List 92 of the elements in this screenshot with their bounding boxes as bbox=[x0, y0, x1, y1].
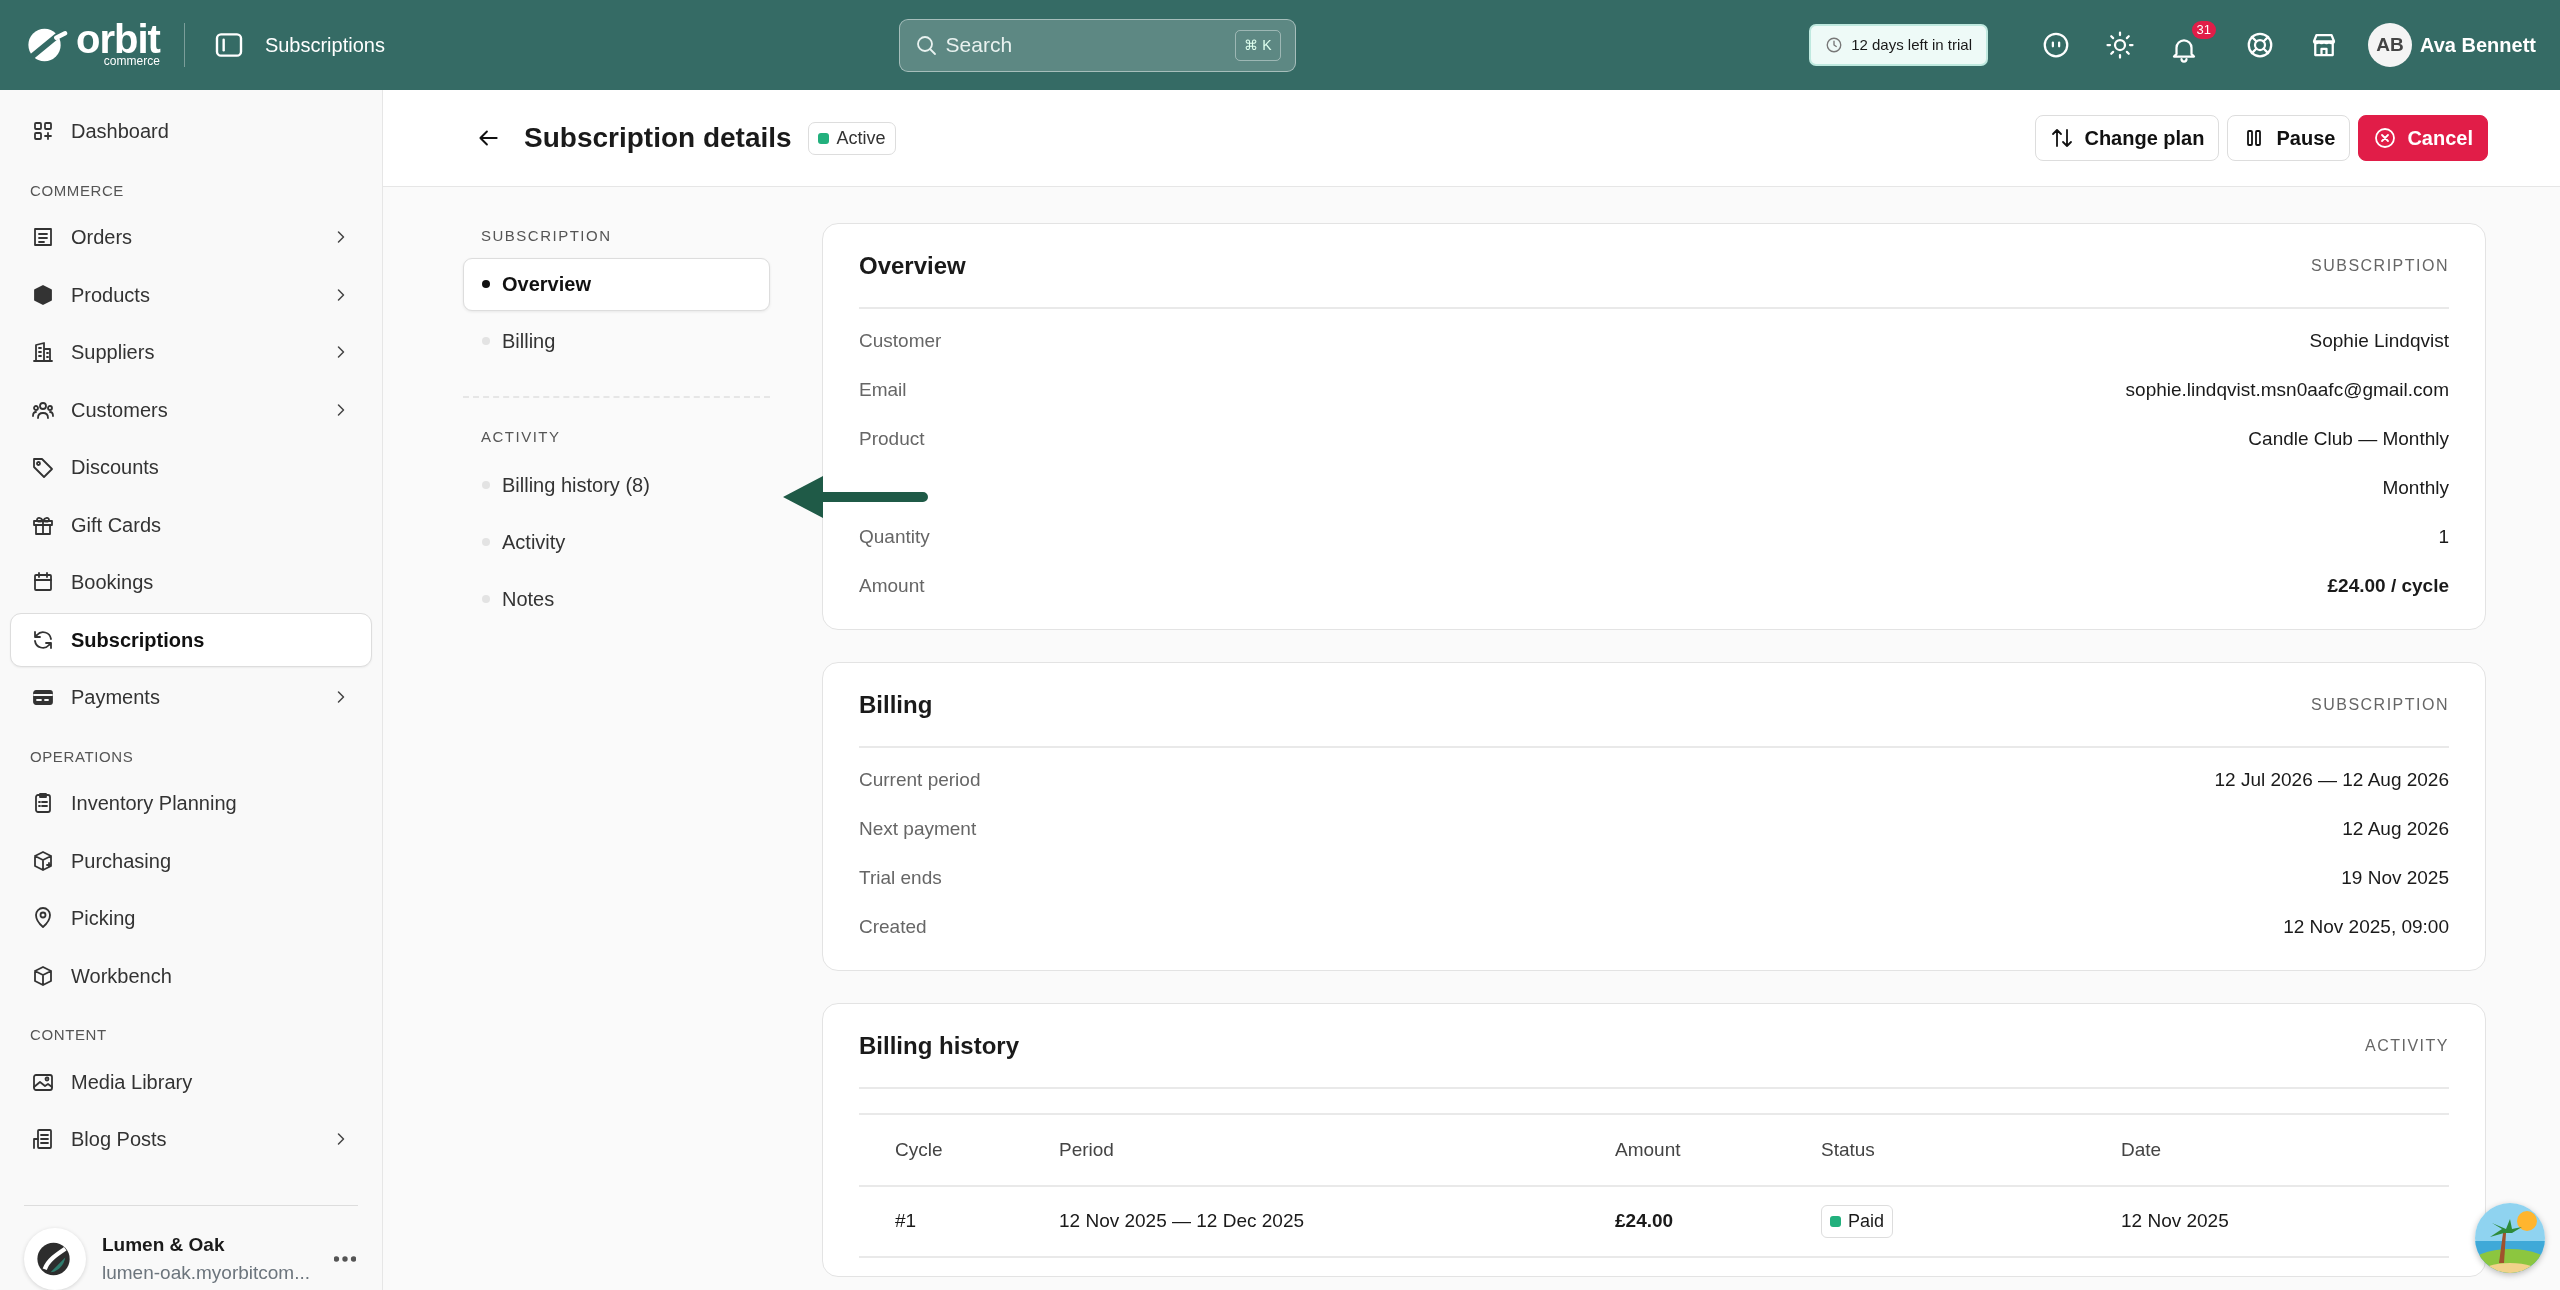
clock-icon bbox=[1825, 36, 1844, 54]
calendar-icon bbox=[31, 570, 55, 594]
trial-badge: 12 days left in trial bbox=[1809, 23, 1989, 67]
field-value: Candle Club — Monthly bbox=[2248, 427, 2449, 452]
sidebar-item[interactable]: Products bbox=[10, 267, 372, 322]
section-link[interactable]: Billing history (8) bbox=[463, 458, 770, 511]
section-link[interactable]: Overview bbox=[463, 257, 770, 311]
change-plan-button[interactable]: Change plan bbox=[2035, 115, 2220, 161]
notification-count: 31 bbox=[2191, 21, 2217, 40]
sidebar-item[interactable]: Workbench bbox=[10, 948, 372, 1003]
document-icon bbox=[31, 1127, 55, 1151]
column-header: Status bbox=[1821, 1137, 1876, 1162]
close-circle-icon bbox=[2373, 126, 2398, 150]
user-avatar[interactable]: AB bbox=[2368, 23, 2413, 67]
shortcut-hint: ⌘ K bbox=[1235, 29, 1281, 61]
section-heading: CONTENT bbox=[29, 1025, 108, 1045]
sidebar-item[interactable]: Gift Cards bbox=[10, 497, 372, 552]
section-heading: ACTIVITY bbox=[480, 426, 562, 447]
field-value: 12 Nov 2025, 09:00 bbox=[2283, 915, 2449, 940]
sidebar-item[interactable]: Inventory Planning bbox=[10, 776, 372, 830]
section-link[interactable]: Billing bbox=[463, 314, 770, 368]
tag-icon bbox=[31, 455, 55, 479]
sun-icon bbox=[2105, 30, 2136, 60]
card-tag: SUBSCRIPTION bbox=[2311, 692, 2449, 717]
table-cell-text: 12 Nov 2025 — 12 Dec 2025 bbox=[1059, 1209, 1306, 1234]
field-label: Amount bbox=[859, 574, 925, 599]
table-cell-text: £24.00 bbox=[1615, 1209, 1675, 1234]
field-value: 19 Nov 2025 bbox=[2341, 866, 2449, 891]
sidebar-item[interactable]: Discounts bbox=[10, 440, 372, 494]
sidebar-item[interactable]: Media Library bbox=[10, 1054, 372, 1109]
page-title: Subscriptions bbox=[264, 33, 385, 58]
search-placeholder: Search bbox=[945, 32, 1014, 59]
logo: orbit commerce bbox=[24, 23, 160, 67]
sidebar-item[interactable]: Purchasing bbox=[10, 833, 372, 888]
more-icon bbox=[334, 1256, 356, 1262]
card-tag: SUBSCRIPTION bbox=[2311, 253, 2449, 278]
table-cell-text: 12 Nov 2025 bbox=[2121, 1209, 2230, 1234]
card-title: Overview bbox=[859, 250, 966, 281]
field-value: sophie.lindqvist.msn0aafc@gmail.com bbox=[2125, 378, 2449, 403]
field-label: Current period bbox=[859, 768, 981, 793]
pause-button[interactable]: Pause bbox=[2227, 115, 2351, 161]
sidebar-item[interactable]: Picking bbox=[10, 891, 372, 945]
sidebar-item[interactable]: Dashboard bbox=[10, 104, 372, 158]
field-label: Next payment bbox=[859, 817, 977, 842]
field-value: Monthly bbox=[2382, 476, 2449, 501]
sidebar-item[interactable]: Customers bbox=[10, 382, 372, 437]
field-label: Product bbox=[859, 427, 925, 452]
field-value: £24.00 / cycle bbox=[2327, 574, 2449, 599]
column-header: Period bbox=[1059, 1137, 1115, 1162]
section-heading: OPERATIONS bbox=[29, 746, 135, 767]
field-value: 12 Jul 2026 — 12 Aug 2026 bbox=[2214, 768, 2449, 793]
status-badge: Paid bbox=[1821, 1205, 1894, 1238]
card-tag: ACTIVITY bbox=[2365, 1033, 2449, 1058]
sidebar-item[interactable]: Blog Posts bbox=[10, 1112, 372, 1166]
card-title: Billing history bbox=[859, 1030, 1019, 1061]
grid-icon bbox=[31, 119, 55, 143]
sidebar-item[interactable]: Suppliers bbox=[10, 325, 372, 379]
section-link[interactable]: Notes bbox=[463, 572, 770, 625]
swap-icon bbox=[2050, 126, 2075, 150]
field-value: Sophie Lindqvist bbox=[2309, 329, 2449, 354]
field-value: 1 bbox=[2438, 525, 2449, 550]
column-header: Cycle bbox=[894, 1137, 944, 1162]
column-header: Date bbox=[2121, 1137, 2163, 1162]
search-field[interactable]: Search ⌘ K bbox=[898, 18, 1296, 72]
section-heading: SUBSCRIPTION bbox=[480, 226, 613, 246]
table-cell-text: #1 bbox=[894, 1209, 918, 1234]
sidebar-item[interactable]: Orders bbox=[10, 210, 372, 264]
workspace-url: lumen-oak.myorbitcom... bbox=[102, 1261, 311, 1285]
field-value: 12 Aug 2026 bbox=[2342, 817, 2449, 842]
page-heading: Subscription details bbox=[524, 121, 792, 155]
status-badge: Active bbox=[807, 121, 896, 155]
sidebar-item[interactable]: Subscriptions bbox=[10, 612, 372, 667]
workspace-name: Lumen & Oak bbox=[102, 1232, 226, 1257]
box-icon bbox=[31, 282, 55, 307]
receipt-icon bbox=[31, 225, 55, 249]
sidebar-item[interactable]: Payments bbox=[10, 670, 372, 724]
field-label: Created bbox=[859, 915, 927, 940]
column-header: Amount bbox=[1615, 1137, 1682, 1162]
package-icon bbox=[31, 848, 55, 873]
building-icon bbox=[31, 340, 55, 364]
field-label: Trial ends bbox=[859, 866, 942, 891]
field-label: Email bbox=[859, 378, 907, 403]
section-heading: COMMERCE bbox=[29, 180, 125, 201]
package-icon bbox=[31, 963, 55, 988]
user-name: Ava Bennett bbox=[2420, 33, 2536, 58]
field-label: Quantity bbox=[859, 525, 930, 550]
cancel-button[interactable]: Cancel bbox=[2358, 115, 2488, 161]
field-label: Customer bbox=[859, 329, 942, 354]
section-link[interactable]: Activity bbox=[463, 515, 770, 568]
card-title: Billing bbox=[859, 689, 933, 720]
notifications-button[interactable]: 31 bbox=[2164, 21, 2217, 69]
sidebar-item[interactable]: Bookings bbox=[10, 555, 372, 609]
